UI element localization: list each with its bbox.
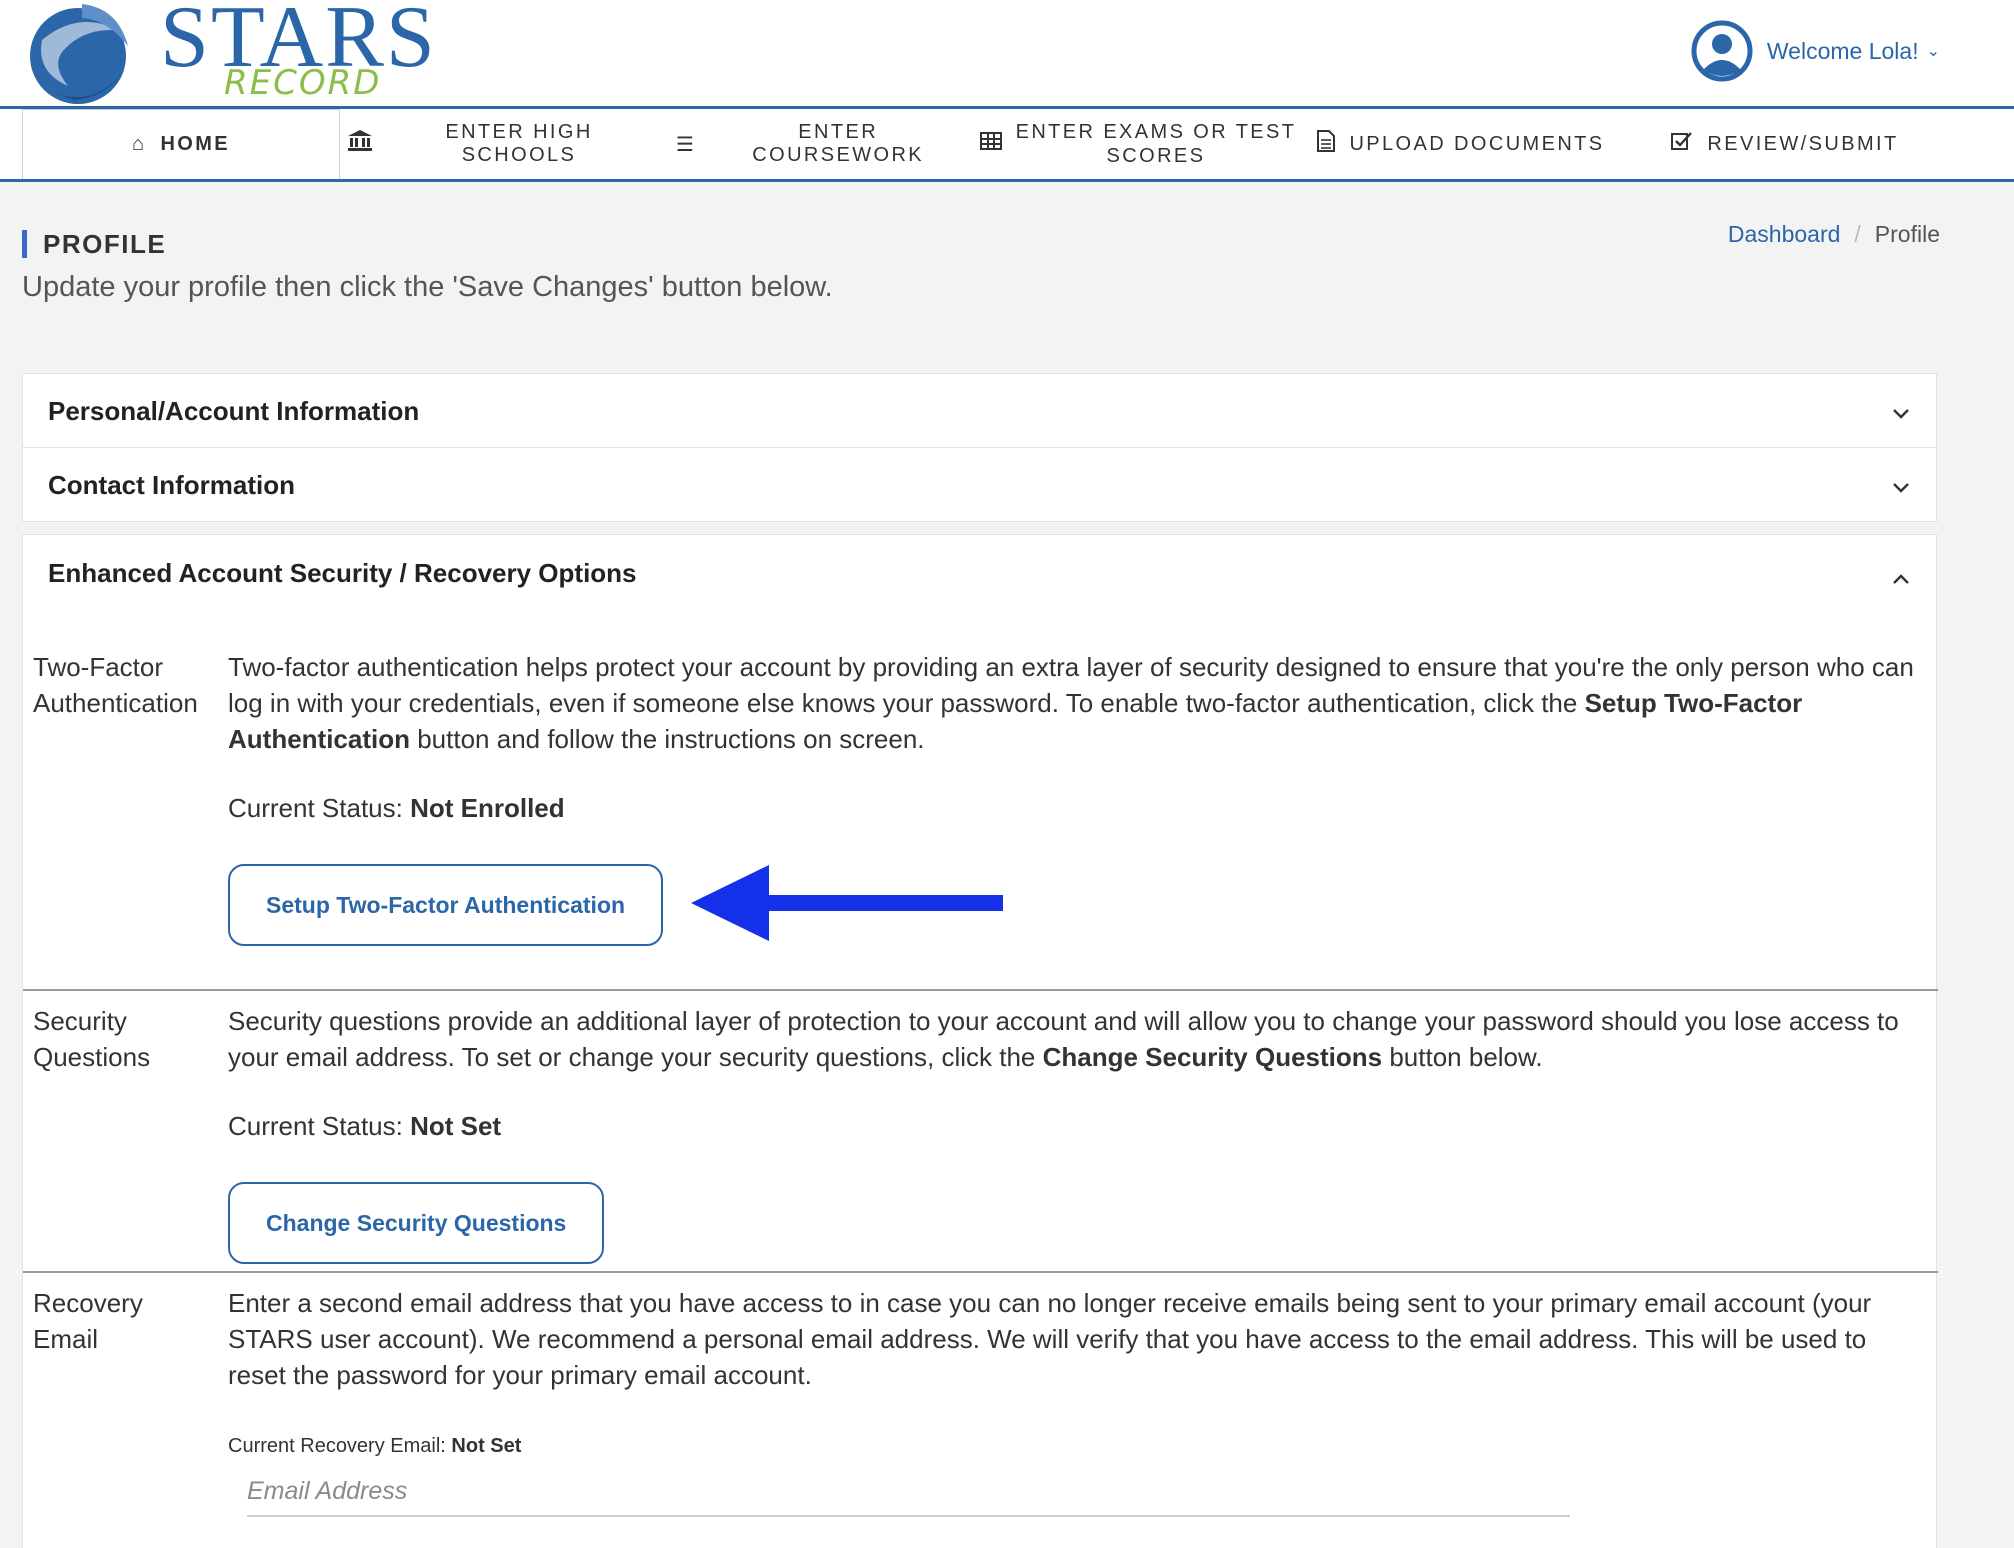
- security-questions-label-line2: Questions: [33, 1042, 151, 1072]
- table-icon: [979, 132, 1002, 156]
- two-factor-label: Two-Factor Authentication: [33, 649, 233, 721]
- user-menu[interactable]: Welcome Lola! ⌄: [1691, 18, 1940, 84]
- nav-upload-documents[interactable]: UPLOAD DOCUMENTS: [1316, 109, 1606, 179]
- chevron-up-icon[interactable]: [1892, 565, 1910, 591]
- security-questions-status-value: Not Set: [410, 1111, 502, 1141]
- two-factor-status-label: Current Status:: [228, 793, 411, 823]
- nav-home[interactable]: ⌂ HOME: [22, 109, 340, 179]
- recovery-email-input[interactable]: [247, 1467, 1570, 1517]
- section-divider: [23, 989, 1938, 991]
- recovery-email-label: Recovery Email: [33, 1285, 233, 1357]
- account-security-panel: Enhanced Account Security / Recovery Opt…: [22, 534, 1938, 1548]
- chevron-down-icon: ⌄: [1926, 43, 1940, 60]
- current-recovery-email: Current Recovery Email: Not Set: [228, 1435, 521, 1458]
- nav-review-submit[interactable]: REVIEW/SUBMIT: [1660, 109, 1910, 179]
- nav-review-label: REVIEW/SUBMIT: [1707, 132, 1899, 155]
- security-questions-label: Security Questions: [33, 1003, 233, 1075]
- two-factor-description: Two-factor authentication helps protect …: [228, 649, 1928, 757]
- account-security-heading[interactable]: Enhanced Account Security / Recovery Opt…: [48, 558, 637, 589]
- user-avatar-icon: [1691, 20, 1753, 82]
- two-factor-label-line1: Two-Factor: [33, 652, 164, 682]
- security-questions-description: Security questions provide an additional…: [228, 1003, 1928, 1075]
- list-icon: ☰: [676, 133, 697, 156]
- logo-sub-text: RECORD: [224, 63, 382, 103]
- page-subtitle: Update your profile then click the 'Save…: [22, 271, 833, 303]
- two-factor-status: Current Status: Not Enrolled: [228, 793, 565, 824]
- breadcrumb-separator: /: [1854, 221, 1861, 247]
- security-questions-desc-part2: button below.: [1382, 1042, 1543, 1072]
- two-factor-status-value: Not Enrolled: [410, 793, 565, 823]
- chevron-down-icon[interactable]: [1892, 400, 1910, 426]
- security-questions-label-line1: Security: [33, 1006, 127, 1036]
- page-title: PROFILE: [22, 230, 166, 258]
- current-recovery-email-label: Current Recovery Email:: [228, 1435, 452, 1457]
- security-questions-status: Current Status: Not Set: [228, 1111, 501, 1142]
- two-factor-desc-part2: button and follow the instructions on sc…: [410, 724, 925, 754]
- welcome-text: Welcome Lola!: [1766, 37, 1919, 64]
- nav-enter-coursework[interactable]: ☰ ENTER COURSEWORK: [676, 109, 966, 179]
- home-icon: ⌂: [131, 133, 147, 155]
- security-questions-desc-bold: Change Security Questions: [1042, 1042, 1383, 1072]
- breadcrumb-current: Profile: [1874, 221, 1940, 247]
- recovery-email-label-line2: Email: [33, 1324, 99, 1354]
- nav-enter-exams[interactable]: ENTER EXAMS OR TEST SCORES: [978, 109, 1298, 179]
- document-icon: [1317, 130, 1336, 158]
- nav-high-schools-label: ENTER HIGH SCHOOLS: [445, 121, 593, 166]
- two-factor-label-line2: Authentication: [33, 688, 198, 718]
- nav-exams-label: ENTER EXAMS OR TEST SCORES: [1016, 120, 1297, 168]
- main-nav: ⌂ HOME ENTER HIGH SCHOOLS ☰ ENTER COURSE…: [0, 109, 2014, 182]
- site-header: STARS RECORD Welcome Lola! ⌄: [0, 0, 2014, 109]
- contact-info-heading[interactable]: Contact Information: [48, 470, 295, 501]
- personal-info-heading[interactable]: Personal/Account Information: [48, 396, 419, 427]
- change-security-questions-button[interactable]: Change Security Questions: [228, 1182, 605, 1264]
- current-recovery-email-value: Not Set: [451, 1435, 522, 1457]
- personal-info-panel[interactable]: Personal/Account Information: [22, 373, 1937, 448]
- stars-record-logo[interactable]: STARS RECORD: [22, 0, 435, 108]
- recovery-email-description: Enter a second email address that you ha…: [228, 1288, 1872, 1390]
- section-divider: [23, 1271, 1938, 1273]
- nav-enter-high-schools[interactable]: ENTER HIGH SCHOOLS: [348, 109, 652, 179]
- recovery-email-label-line1: Recovery: [33, 1288, 143, 1318]
- contact-info-panel[interactable]: Contact Information: [22, 447, 1937, 522]
- nav-home-label: HOME: [160, 133, 231, 155]
- nav-upload-label: UPLOAD DOCUMENTS: [1349, 132, 1605, 155]
- institution-icon: [348, 130, 372, 158]
- chevron-down-icon[interactable]: [1892, 474, 1910, 500]
- annotation-arrow-icon: [691, 865, 1003, 941]
- security-questions-status-label: Current Status:: [228, 1111, 411, 1141]
- breadcrumb: Dashboard / Profile: [1728, 221, 1940, 248]
- globe-logo-icon: [30, 4, 128, 104]
- breadcrumb-dashboard-link[interactable]: Dashboard: [1728, 221, 1841, 248]
- setup-two-factor-button[interactable]: Setup Two-Factor Authentication: [228, 864, 664, 946]
- nav-coursework-label: ENTER COURSEWORK: [752, 121, 925, 166]
- nav-exams-label-line2: SCORES: [1106, 145, 1206, 167]
- checkbox-icon: [1671, 131, 1693, 157]
- nav-exams-label-line1: ENTER EXAMS OR TEST: [1015, 121, 1297, 143]
